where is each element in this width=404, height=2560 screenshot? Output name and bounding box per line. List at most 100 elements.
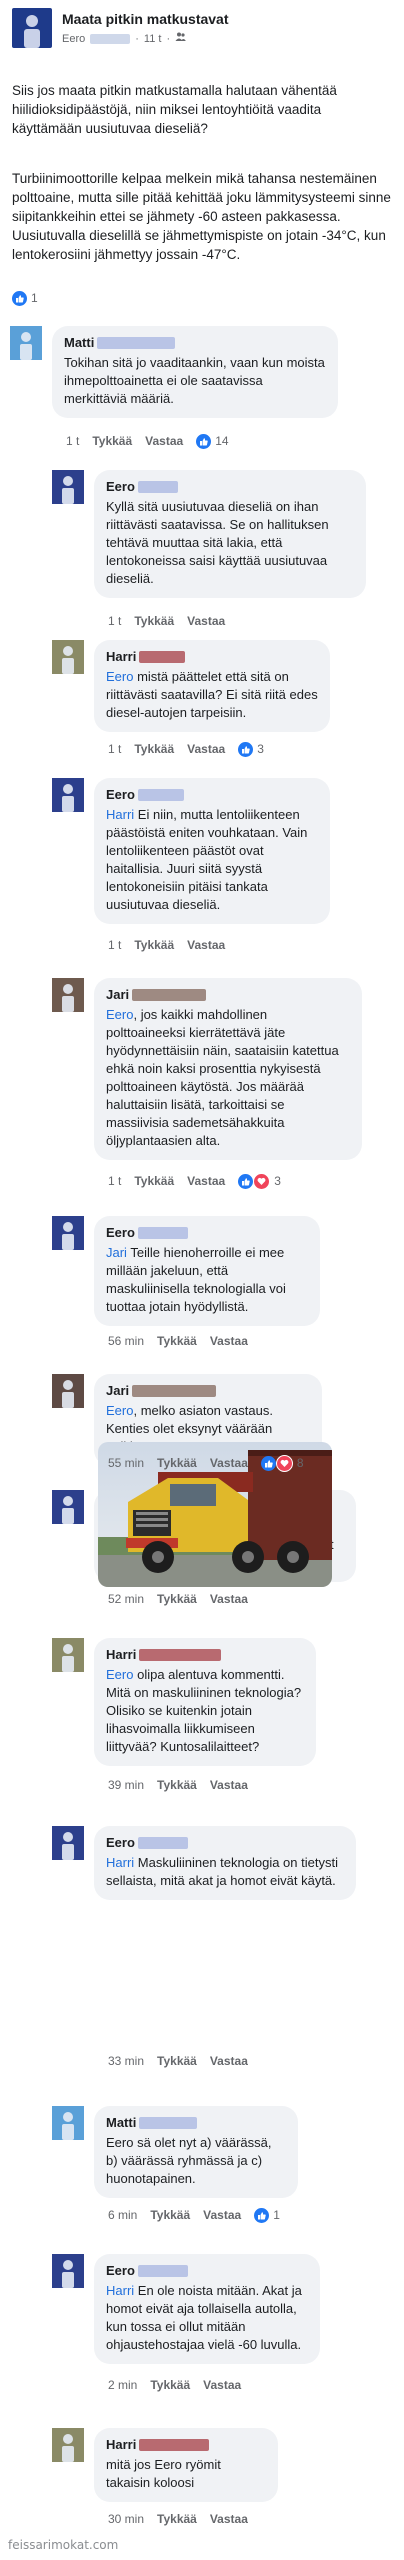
comment-time[interactable]: 30 min: [108, 2510, 144, 2528]
avatar[interactable]: [52, 778, 84, 812]
avatar[interactable]: [52, 978, 84, 1012]
reply-button[interactable]: Vastaa: [210, 1590, 248, 1608]
reply-button[interactable]: Vastaa: [187, 936, 225, 954]
avatar[interactable]: [52, 2106, 84, 2140]
reaction-summary[interactable]: 3: [238, 740, 264, 758]
avatar[interactable]: [52, 1216, 84, 1250]
redacted-surname: [137, 2265, 188, 2277]
avatar[interactable]: [52, 2254, 84, 2288]
post-author[interactable]: Eero: [62, 30, 85, 48]
like-button[interactable]: Tykkää: [92, 432, 132, 450]
mention-link[interactable]: Jari: [106, 1245, 127, 1260]
comment-time[interactable]: 1 t: [66, 432, 79, 450]
mention-link[interactable]: Harri: [106, 1855, 134, 1870]
reply-button[interactable]: Vastaa: [187, 612, 225, 630]
comment-time[interactable]: 39 min: [108, 1776, 144, 1794]
like-button[interactable]: Tykkää: [157, 1454, 197, 1472]
like-button[interactable]: Tykkää: [134, 612, 174, 630]
comment-text: Ei niin, mutta lentoliikenteen päästöist…: [106, 807, 308, 912]
like-button[interactable]: Tykkää: [150, 2376, 190, 2394]
like-icon: [238, 741, 254, 757]
comment-author[interactable]: Eero: [106, 478, 135, 496]
comment-bubble: Jari Eero, jos kaikki mahdollinen polttoa…: [94, 978, 362, 1160]
reply-button[interactable]: Vastaa: [210, 2510, 248, 2528]
like-button[interactable]: Tykkää: [157, 2510, 197, 2528]
like-button[interactable]: Tykkää: [134, 936, 174, 954]
comment-author[interactable]: Jari: [106, 1382, 129, 1400]
reaction-summary[interactable]: 3: [238, 1172, 281, 1190]
post-title[interactable]: Maata pitkin matkustavat: [62, 10, 229, 28]
comment-actions: 1 t Tykkää Vastaa 14: [66, 432, 229, 450]
comment-author[interactable]: Harri: [106, 1646, 136, 1664]
comment-author[interactable]: Matti: [106, 2114, 136, 2132]
mention-link[interactable]: Harri: [106, 2283, 134, 2298]
reply-button[interactable]: Vastaa: [210, 1454, 248, 1472]
avatar[interactable]: [52, 1638, 84, 1672]
comment-author[interactable]: Eero: [106, 2262, 135, 2280]
comment-author[interactable]: Harri: [106, 648, 136, 666]
redacted-surname: [137, 789, 184, 801]
reply-button[interactable]: Vastaa: [210, 2052, 248, 2070]
comment-actions: 52 min Tykkää Vastaa: [108, 1590, 248, 1608]
comment-text: mistä päättelet että sitä on riittävästi…: [106, 669, 318, 720]
comment-time[interactable]: 2 min: [108, 2376, 137, 2394]
comment-bubble: Harri Eero olipa alentuva kommentti. Mitä…: [94, 1638, 316, 1766]
avatar[interactable]: [52, 1374, 84, 1408]
like-button[interactable]: Tykkää: [157, 1332, 197, 1350]
mention-link[interactable]: Eero: [106, 1667, 133, 1682]
reaction-summary[interactable]: 14: [196, 432, 229, 450]
reply-button[interactable]: Vastaa: [210, 1776, 248, 1794]
reaction-count: 14: [215, 434, 229, 448]
avatar[interactable]: [10, 326, 42, 360]
reply-button[interactable]: Vastaa: [203, 2376, 241, 2394]
comment-bubble: Harri mitä jos Eero ryömit takaisin koloo…: [94, 2428, 278, 2502]
avatar[interactable]: [52, 470, 84, 504]
like-button[interactable]: Tykkää: [157, 2052, 197, 2070]
comment-time[interactable]: 52 min: [108, 1590, 144, 1608]
comment-author[interactable]: Matti: [64, 334, 94, 352]
comment-author[interactable]: Eero: [106, 786, 135, 804]
comment-actions: 55 min Tykkää Vastaa 8: [108, 1454, 304, 1472]
reaction-summary[interactable]: 1: [254, 2206, 280, 2224]
like-button[interactable]: Tykkää: [150, 2206, 190, 2224]
comment-time[interactable]: 55 min: [108, 1454, 144, 1472]
comment-time[interactable]: 1 t: [108, 740, 121, 758]
reaction-summary[interactable]: 8: [260, 1454, 304, 1472]
reply-button[interactable]: Vastaa: [145, 432, 183, 450]
comment-time[interactable]: 33 min: [108, 2052, 144, 2070]
reply-button[interactable]: Vastaa: [187, 1172, 225, 1190]
comment-actions: 33 min Tykkää Vastaa: [108, 2052, 248, 2070]
like-button[interactable]: Tykkää: [134, 1172, 174, 1190]
comment-author[interactable]: Eero: [106, 1834, 135, 1852]
post-time[interactable]: 11 t: [144, 30, 162, 48]
like-button[interactable]: Tykkää: [157, 1776, 197, 1794]
reply-button[interactable]: Vastaa: [210, 1332, 248, 1350]
comment-author[interactable]: Jari: [106, 986, 129, 1004]
avatar[interactable]: [52, 640, 84, 674]
comment-actions: 2 min Tykkää Vastaa: [108, 2376, 241, 2394]
like-button[interactable]: Tykkää: [157, 1590, 197, 1608]
comment-time[interactable]: 56 min: [108, 1332, 144, 1350]
comment-text: Kyllä sitä uusiutuvaa dieseliä on ihan r…: [106, 499, 329, 586]
redacted-surname: [139, 2117, 198, 2129]
post-author-avatar[interactable]: [12, 8, 52, 48]
comment-time[interactable]: 1 t: [108, 1172, 121, 1190]
comment-time[interactable]: 1 t: [108, 612, 121, 630]
reply-button[interactable]: Vastaa: [203, 2206, 241, 2224]
mention-link[interactable]: Harri: [106, 807, 134, 822]
comment-author[interactable]: Harri: [106, 2436, 136, 2454]
comment-time[interactable]: 6 min: [108, 2206, 137, 2224]
post-reactions[interactable]: 1: [12, 289, 392, 307]
avatar[interactable]: [52, 1826, 84, 1860]
avatar[interactable]: [52, 2428, 84, 2462]
mention-link[interactable]: Eero: [106, 1007, 133, 1022]
like-button[interactable]: Tykkää: [134, 740, 174, 758]
comment-actions: 1 t Tykkää Vastaa 3: [108, 1172, 281, 1190]
mention-link[interactable]: Eero: [106, 1403, 133, 1418]
comment-author[interactable]: Eero: [106, 1224, 135, 1242]
reaction-count: 3: [274, 1174, 281, 1188]
reply-button[interactable]: Vastaa: [187, 740, 225, 758]
mention-link[interactable]: Eero: [106, 669, 133, 684]
avatar[interactable]: [52, 1490, 84, 1524]
comment-time[interactable]: 1 t: [108, 936, 121, 954]
